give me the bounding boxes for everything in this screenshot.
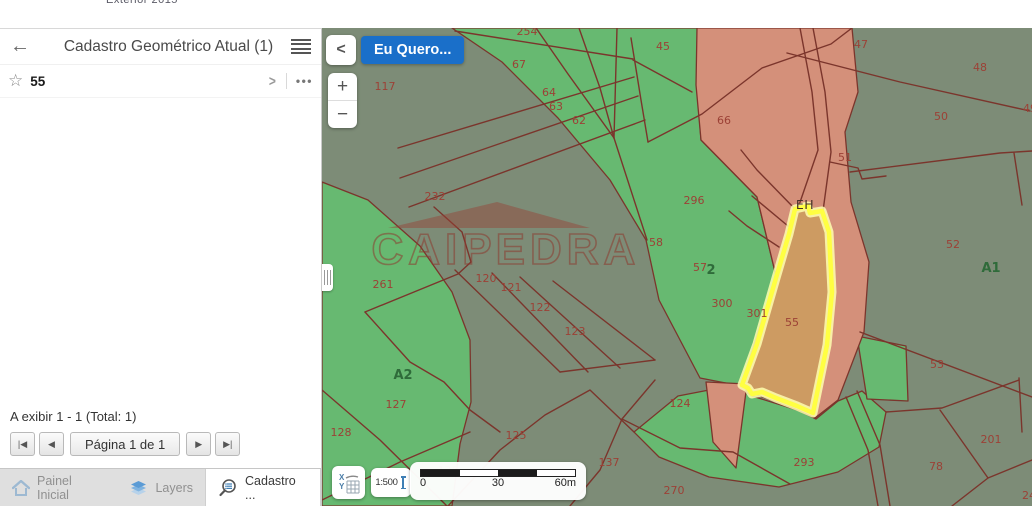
scale-bar-segments	[420, 469, 576, 477]
coordinates-tool-button[interactable]: X Y	[332, 466, 365, 499]
top-note: Exterior 2015	[106, 0, 178, 6]
scale-input[interactable]: 1:500	[371, 468, 411, 497]
back-arrow-icon[interactable]: ←	[10, 35, 46, 58]
parcel-label: 201	[981, 433, 1002, 446]
tab-painel-inicial[interactable]: Painel Inicial	[0, 469, 117, 506]
parcel-label: 45	[656, 40, 670, 53]
results-panel: ← Cadastro Geométrico Atual (1) ☆ 55 > •…	[0, 28, 322, 506]
search-list-icon	[218, 478, 238, 498]
parcel-label: 127	[386, 398, 407, 411]
collapse-panel-button[interactable]: <	[326, 35, 356, 65]
zoom-out-button[interactable]: −	[328, 101, 357, 128]
parcel-label: 128	[331, 426, 352, 439]
parcel-label: 270	[664, 484, 685, 497]
scale-value: 1:500	[375, 477, 397, 488]
star-icon[interactable]: ☆	[8, 71, 23, 91]
panel-resize-handle[interactable]	[322, 264, 333, 291]
hamburger-menu-icon[interactable]	[291, 37, 311, 56]
svg-text:Y: Y	[339, 482, 345, 491]
home-icon	[12, 480, 30, 496]
next-page-button[interactable]: ▶	[186, 432, 211, 456]
parcel-label: 137	[599, 456, 620, 469]
results-count: A exibir 1 - 1 (Total: 1)	[0, 401, 321, 428]
parcel-label: 121	[501, 281, 522, 294]
parcel-label: A2	[393, 368, 412, 383]
parcel-label: 49	[1023, 102, 1032, 115]
watermark-text-2: EDRA	[496, 225, 641, 274]
first-page-button[interactable]: |◀	[10, 432, 35, 456]
parcel-label: 24	[1022, 489, 1032, 502]
parcel-label: 66	[717, 114, 731, 127]
scale-bar: 0 30 60m	[410, 462, 586, 500]
tab-layers[interactable]: Layers	[117, 469, 205, 506]
zoom-controls: + −	[328, 73, 357, 128]
map-canvas[interactable]: 254 117 67 45 6463 62 66 47 48 50 49 51 232 296 EH 58 57…	[322, 28, 1032, 506]
parcel-label: 47	[854, 38, 868, 51]
prev-page-button[interactable]: ◀	[39, 432, 64, 456]
top-strip: Exterior 2015	[0, 0, 1032, 28]
result-id: 55	[30, 74, 45, 89]
parcel-label: 52	[946, 238, 960, 251]
parcel-label: 117	[375, 80, 396, 93]
xy-grid-icon: X Y	[338, 472, 360, 494]
parcel-label: A1	[981, 261, 1000, 276]
parcel-label: 300	[712, 297, 733, 310]
parcel-label: 254	[517, 28, 538, 38]
parcel-label: 296	[684, 194, 705, 207]
parcel-label: 123	[565, 325, 586, 338]
divider	[286, 73, 287, 89]
parcel-label: 301	[747, 307, 768, 320]
parcel-label: 57	[693, 261, 707, 274]
parcel-label: 293	[794, 456, 815, 469]
parcel-label: 2	[706, 263, 715, 278]
scale-mid-label: 30	[492, 477, 504, 489]
parcel-label: 58	[649, 236, 663, 249]
panel-body	[0, 98, 321, 401]
eu-quero-button[interactable]: Eu Quero...	[361, 36, 464, 64]
parcel-label: 78	[929, 460, 943, 473]
parcel-label: 53	[930, 358, 944, 371]
page-indicator: Página 1 de 1	[70, 432, 180, 456]
panel-header: ← Cadastro Geométrico Atual (1)	[0, 29, 321, 65]
zoom-in-button[interactable]: +	[328, 73, 357, 100]
tab-cadastro[interactable]: Cadastro ...	[205, 469, 321, 506]
layers-icon	[129, 480, 148, 496]
expand-chevron-icon[interactable]: >	[269, 73, 276, 90]
tab-label: Layers	[155, 481, 193, 495]
parcel-label: 64	[542, 86, 556, 99]
tab-label: Painel Inicial	[37, 474, 105, 502]
scale-end-label: 60m	[555, 477, 576, 489]
pagination: |◀ ◀ Página 1 de 1 ▶ ▶|	[0, 428, 321, 468]
scale-start-label: 0	[420, 477, 426, 489]
panel-title: Cadastro Geométrico Atual (1)	[46, 38, 291, 56]
parcel-label: 51	[838, 151, 852, 164]
parcel-label: 63	[549, 100, 563, 113]
parcel-label: 50	[934, 110, 948, 123]
parcel-label: 124	[670, 397, 691, 410]
parcel-label: 55	[785, 316, 799, 329]
bottom-tab-bar: Painel Inicial Layers	[0, 468, 321, 506]
parcel-label: 48	[973, 61, 987, 74]
parcel-label: 62	[572, 114, 586, 127]
last-page-button[interactable]: ▶|	[215, 432, 240, 456]
more-options-icon[interactable]: •••	[296, 74, 313, 88]
parcel-label: EH	[796, 197, 814, 212]
svg-text:X: X	[339, 473, 345, 482]
parcel-label: 67	[512, 58, 526, 71]
parcel-label: 232	[425, 190, 446, 203]
text-cursor-icon	[400, 476, 407, 489]
parcel-label: 261	[373, 278, 394, 291]
map-viewport[interactable]: 254 117 67 45 6463 62 66 47 48 50 49 51 232 296 EH 58 57…	[322, 28, 1032, 506]
tab-label: Cadastro ...	[245, 474, 308, 502]
result-row[interactable]: ☆ 55 > •••	[0, 65, 321, 98]
parcel-label: 122	[530, 301, 551, 314]
parcel-label: 125	[506, 429, 527, 442]
watermark-text-1: CAIP	[371, 225, 496, 274]
app-window: Exterior 2015 ← Cadastro Geométrico Atua…	[0, 0, 1032, 506]
